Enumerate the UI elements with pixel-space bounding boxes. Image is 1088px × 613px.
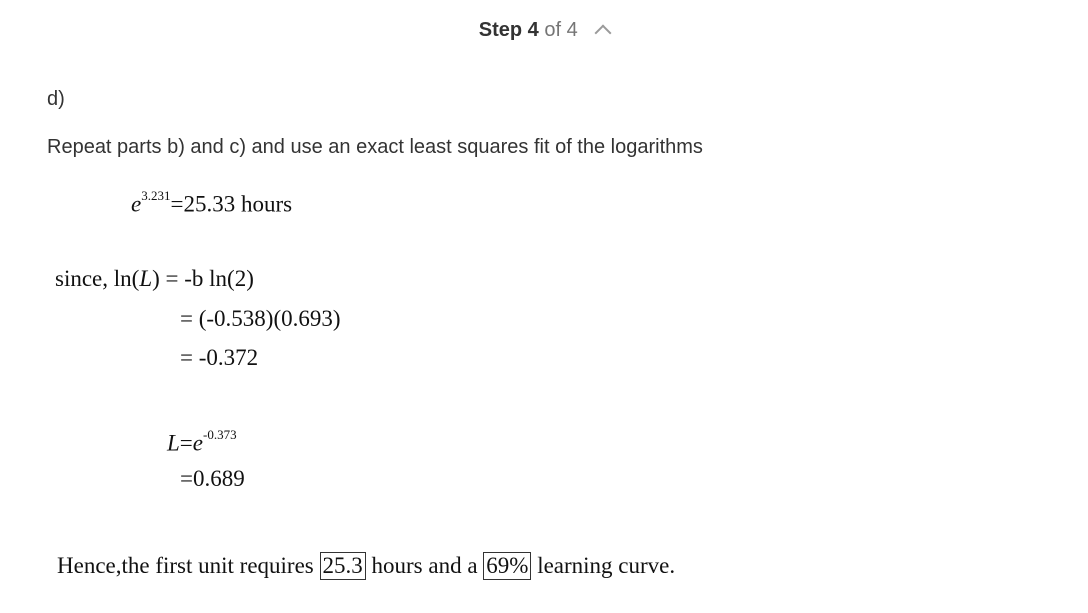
step-total: of 4 xyxy=(544,19,578,41)
boxed-answer-hours: 25.3 xyxy=(319,552,366,580)
equation-result: =25.33 hours xyxy=(170,191,293,217)
learning-rate-equation: L=e-0.373 xyxy=(167,424,237,458)
learning-result: =0.689 xyxy=(180,466,245,491)
since-prefix: since, ln( xyxy=(55,266,140,291)
since-step-2: = (-0.538)(0.693) xyxy=(180,306,341,331)
boxed-answer-percent: 69% xyxy=(483,552,532,580)
since-equation: since, ln(L) = -b ln(2) xyxy=(55,265,254,293)
conclusion: Hence,the first unit requires 25.3 hours… xyxy=(57,552,675,580)
conclusion-part1: Hence,the first unit requires xyxy=(57,553,320,578)
learning-equals: = xyxy=(179,430,193,456)
chevron-up-icon[interactable] xyxy=(594,24,612,42)
learning-base: e xyxy=(192,430,203,456)
since-variable: L xyxy=(139,266,153,291)
instruction-text: Repeat parts b) and c) and use an exact … xyxy=(47,136,703,158)
equation-base: e xyxy=(131,191,142,217)
part-label: d) xyxy=(47,88,65,110)
step-label: Step 4 xyxy=(478,19,539,41)
equation-first-unit: e3.231=25.33 hours xyxy=(131,185,292,219)
since-suffix: ) = -b ln(2) xyxy=(152,266,254,291)
learning-exponent: -0.373 xyxy=(203,427,237,442)
conclusion-part2: hours and a xyxy=(365,553,484,578)
equation-exponent: 3.231 xyxy=(141,188,171,203)
since-step-3: = -0.372 xyxy=(180,345,259,370)
learning-variable: L xyxy=(167,430,180,456)
step-header[interactable]: Step 4 of 4 xyxy=(0,17,1088,43)
conclusion-part3: learning curve. xyxy=(531,553,676,578)
